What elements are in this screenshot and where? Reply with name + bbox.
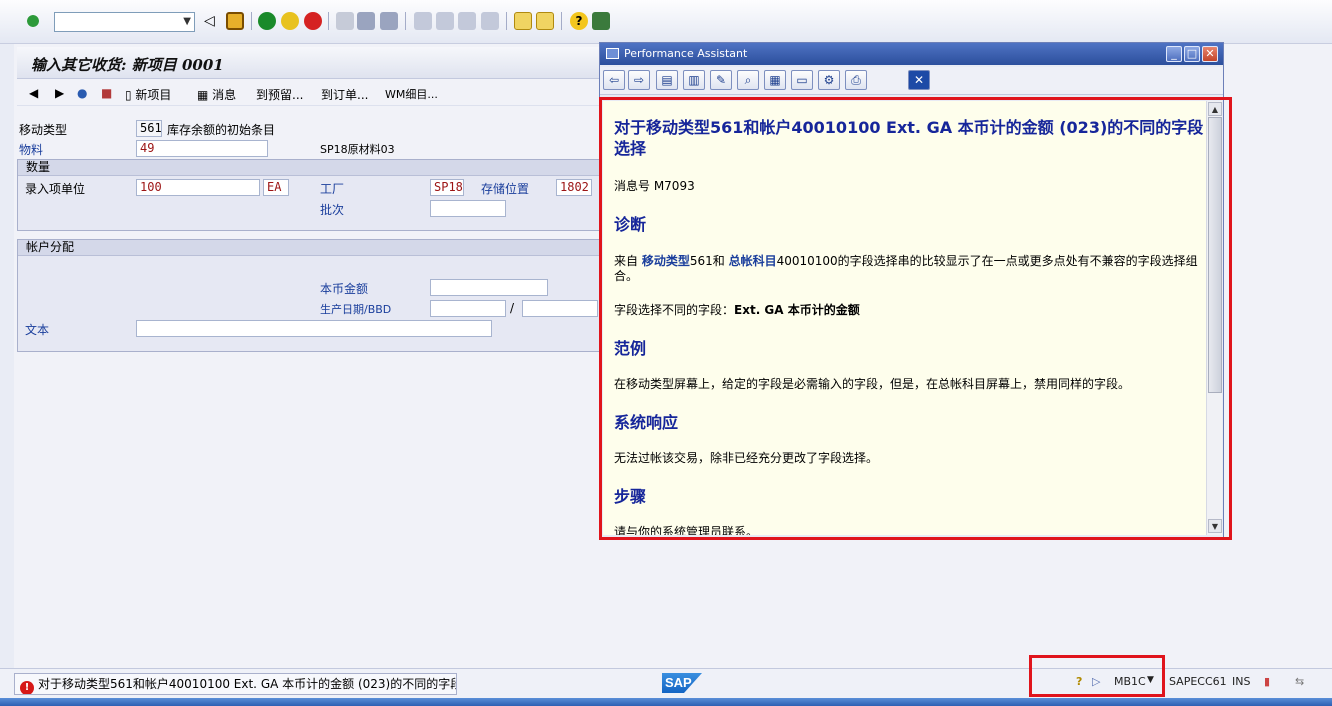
maximize-icon[interactable]: □	[1184, 46, 1200, 62]
status-message[interactable]: ! 对于移动类型561和帐户40010100 Ext. GA 本币计的金额 (02…	[14, 673, 457, 695]
os-taskbar	[0, 698, 1332, 706]
screen-icon[interactable]: ▭	[791, 70, 813, 90]
window-icon	[606, 48, 619, 59]
movement-type-label: 移动类型	[19, 123, 68, 137]
to-reservation-button[interactable]: 到预留...	[256, 86, 303, 103]
pa-window-title: Performance Assistant	[624, 47, 748, 60]
close-pa-icon[interactable]: ✕	[908, 70, 930, 90]
chevron-down-icon[interactable]: ▼	[183, 16, 191, 27]
messages-button[interactable]: ▦ 消息	[197, 86, 236, 103]
text-label: 文本	[25, 323, 50, 337]
system-toolbar: ▼ ◁ ?	[0, 0, 1332, 44]
production-date-field[interactable]	[430, 300, 506, 317]
material-label: 物料	[19, 143, 44, 157]
error-icon: !	[20, 681, 34, 694]
next-page-icon[interactable]	[458, 12, 476, 30]
text-field[interactable]	[136, 320, 492, 337]
tools-icon[interactable]: ⚙	[818, 70, 840, 90]
entry-unit-label: 录入项单位	[25, 182, 86, 196]
status-message-text: 对于移动类型561和帐户40010100 Ext. GA 本币计的金额 (023…	[38, 677, 457, 691]
search-icon[interactable]: ⌕	[737, 70, 759, 90]
last-page-icon[interactable]	[481, 12, 499, 30]
minimize-icon[interactable]: _	[1166, 46, 1182, 62]
production-date-label: 生产日期/BBD	[320, 303, 392, 316]
technical-info-icon[interactable]: ▥	[683, 70, 705, 90]
help-icon[interactable]: ?	[570, 12, 588, 30]
save-icon[interactable]	[226, 12, 244, 30]
new-session-icon[interactable]	[514, 12, 532, 30]
movement-type-field[interactable]: 561	[136, 120, 162, 137]
separator	[405, 12, 406, 30]
quantity-group-title: 数量	[18, 160, 601, 176]
next-item-icon[interactable]: ▶	[55, 86, 64, 100]
plant-label: 工厂	[320, 182, 345, 196]
find-next-icon[interactable]	[380, 12, 398, 30]
unit-field[interactable]: EA	[263, 179, 289, 196]
separator	[561, 12, 562, 30]
prev-page-icon[interactable]	[436, 12, 454, 30]
local-amount-field[interactable]	[430, 279, 548, 296]
insert-mode[interactable]: INS	[1232, 675, 1250, 688]
person-icon[interactable]: ●	[77, 86, 87, 100]
pa-title-bar[interactable]: Performance Assistant _ □ ✕	[600, 43, 1223, 65]
cancel-icon[interactable]	[304, 12, 322, 30]
sap-logo: SAP	[662, 673, 702, 693]
storage-location-label: 存储位置	[481, 182, 530, 196]
grid-icon[interactable]: ▦	[764, 70, 786, 90]
messages-label: 消息	[212, 88, 237, 102]
new-item-label: 新项目	[135, 88, 172, 102]
date-separator: /	[510, 301, 515, 315]
back-triangle-icon[interactable]: ◁	[204, 12, 222, 30]
book-icon[interactable]: ▤	[656, 70, 678, 90]
sap-logo-text: SAP	[665, 675, 692, 690]
pa-toolbar: ⇦ ⇨ ▤ ▥ ✎ ⌕ ▦ ▭ ⚙ ⎙ ✕	[600, 67, 1223, 95]
separator	[251, 12, 252, 30]
storage-location-field[interactable]: 1802	[556, 179, 592, 196]
forward-arrow-icon[interactable]: ⇨	[628, 70, 650, 90]
material-description: SP18原材料03	[320, 143, 395, 156]
plant-field[interactable]: SP18	[430, 179, 464, 196]
local-amount-label: 本币金额	[320, 282, 369, 296]
new-item-button[interactable]: ▯ 新项目	[125, 86, 171, 103]
back-green-icon[interactable]	[258, 12, 276, 30]
edit-icon[interactable]: ✎	[710, 70, 732, 90]
back-arrow-icon[interactable]: ⇦	[603, 70, 625, 90]
enter-icon[interactable]	[24, 12, 42, 30]
layout-icon[interactable]	[592, 12, 610, 30]
quantity-field[interactable]: 100	[136, 179, 260, 196]
first-page-icon[interactable]	[414, 12, 432, 30]
page-title: 输入其它收货: 新项目 0001	[31, 56, 224, 74]
session-icon: ⇆	[1295, 675, 1305, 688]
batch-label: 批次	[320, 203, 345, 217]
shortcut-icon[interactable]	[536, 12, 554, 30]
command-field[interactable]: ▼	[54, 12, 195, 32]
system-id: SAPECC61	[1169, 675, 1227, 688]
material-field[interactable]: 49	[136, 140, 268, 157]
close-icon[interactable]: ✕	[1202, 46, 1218, 62]
exit-icon[interactable]	[281, 12, 299, 30]
account-assignment-group-title: 帐户分配	[18, 240, 601, 256]
wm-detail-button[interactable]: WM细目...	[385, 86, 438, 102]
prev-item-icon[interactable]: ◀	[29, 86, 38, 100]
connection-icon: ▮	[1264, 675, 1271, 688]
movement-type-text: 库存余额的初始条目	[167, 123, 276, 137]
to-order-button[interactable]: 到订单...	[321, 86, 368, 103]
separator	[328, 12, 329, 30]
highlight-box-pa	[599, 97, 1232, 540]
stamp-icon[interactable]: ■	[101, 86, 112, 100]
print-icon[interactable]	[336, 12, 354, 30]
highlight-box-status	[1029, 655, 1165, 697]
separator	[506, 12, 507, 30]
bbd-field[interactable]	[522, 300, 598, 317]
find-icon[interactable]	[357, 12, 375, 30]
batch-field[interactable]	[430, 200, 506, 217]
print-icon[interactable]: ⎙	[845, 70, 867, 90]
